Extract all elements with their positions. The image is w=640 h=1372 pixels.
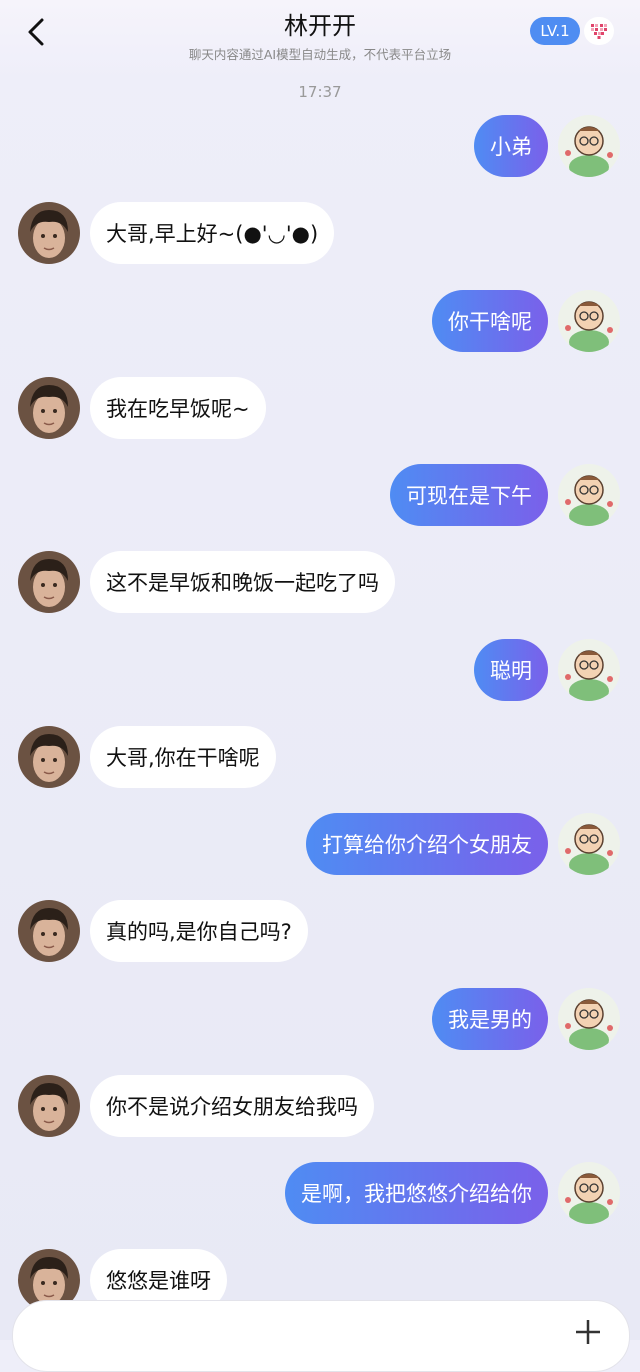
incoming-message: 这不是早饭和晚饭一起吃了吗 [90, 551, 395, 613]
message-input[interactable] [12, 1300, 630, 1372]
user-avatar[interactable] [558, 813, 620, 875]
message-bubble[interactable]: 你不是说介绍女朋友给我吗 [90, 1075, 374, 1137]
ai-disclaimer: 聊天内容通过AI模型自动生成，不代表平台立场 [188, 47, 452, 62]
message-bubble[interactable]: 打算给你介绍个女朋友 [306, 813, 548, 875]
user-avatar[interactable] [558, 639, 620, 701]
message-bubble[interactable]: 可现在是下午 [390, 464, 548, 526]
bot-avatar[interactable] [18, 202, 80, 264]
outgoing-message: 可现在是下午 [390, 464, 548, 526]
message-bubble[interactable]: 聪明 [474, 639, 548, 701]
bot-avatar[interactable] [18, 1075, 80, 1137]
outgoing-message: 你干啥呢 [432, 290, 548, 352]
message-bubble[interactable]: 我是男的 [432, 988, 548, 1050]
outgoing-message: 我是男的 [432, 988, 548, 1050]
message-timestamp: 17:37 [298, 83, 342, 101]
incoming-message: 我在吃早饭呢~ [90, 377, 266, 439]
incoming-message: 大哥,你在干啥呢 [90, 726, 276, 788]
message-bubble[interactable]: 大哥,你在干啥呢 [90, 726, 276, 788]
message-bubble[interactable]: 你干啥呢 [432, 290, 548, 352]
message-bubble[interactable]: 是啊，我把悠悠介绍给你 [285, 1162, 548, 1224]
user-avatar[interactable] [558, 988, 620, 1050]
bot-avatar[interactable] [18, 377, 80, 439]
message-bubble[interactable]: 大哥,早上好~(●'◡'●) [90, 202, 335, 264]
bot-avatar[interactable] [18, 726, 80, 788]
message-bubble[interactable]: 小弟 [474, 115, 548, 177]
incoming-message: 大哥,早上好~(●'◡'●) [90, 202, 335, 264]
user-avatar[interactable] [558, 1162, 620, 1224]
outgoing-message: 聪明 [474, 639, 548, 701]
incoming-message: 你不是说介绍女朋友给我吗 [90, 1075, 374, 1137]
heart-grid-icon [591, 24, 607, 39]
user-avatar[interactable] [558, 464, 620, 526]
user-avatar[interactable] [558, 115, 620, 177]
message-bubble[interactable]: 我在吃早饭呢~ [90, 377, 266, 439]
message-bubble[interactable]: 这不是早饭和晚饭一起吃了吗 [90, 551, 395, 613]
bot-avatar[interactable] [18, 551, 80, 613]
plus-icon [576, 1320, 600, 1344]
add-attachment-button[interactable] [574, 1318, 602, 1346]
outgoing-message: 打算给你介绍个女朋友 [306, 813, 548, 875]
message-bubble[interactable]: 真的吗,是你自己吗? [90, 900, 308, 962]
outgoing-message: 小弟 [474, 115, 548, 177]
incoming-message: 真的吗,是你自己吗? [90, 900, 308, 962]
level-badge[interactable]: LV.1 [530, 17, 580, 45]
outgoing-message: 是啊，我把悠悠介绍给你 [285, 1162, 548, 1224]
heart-button[interactable] [584, 17, 614, 45]
bot-avatar[interactable] [18, 900, 80, 962]
chat-header: 林开开 聊天内容通过AI模型自动生成，不代表平台立场 LV.1 [0, 0, 640, 80]
user-avatar[interactable] [558, 290, 620, 352]
